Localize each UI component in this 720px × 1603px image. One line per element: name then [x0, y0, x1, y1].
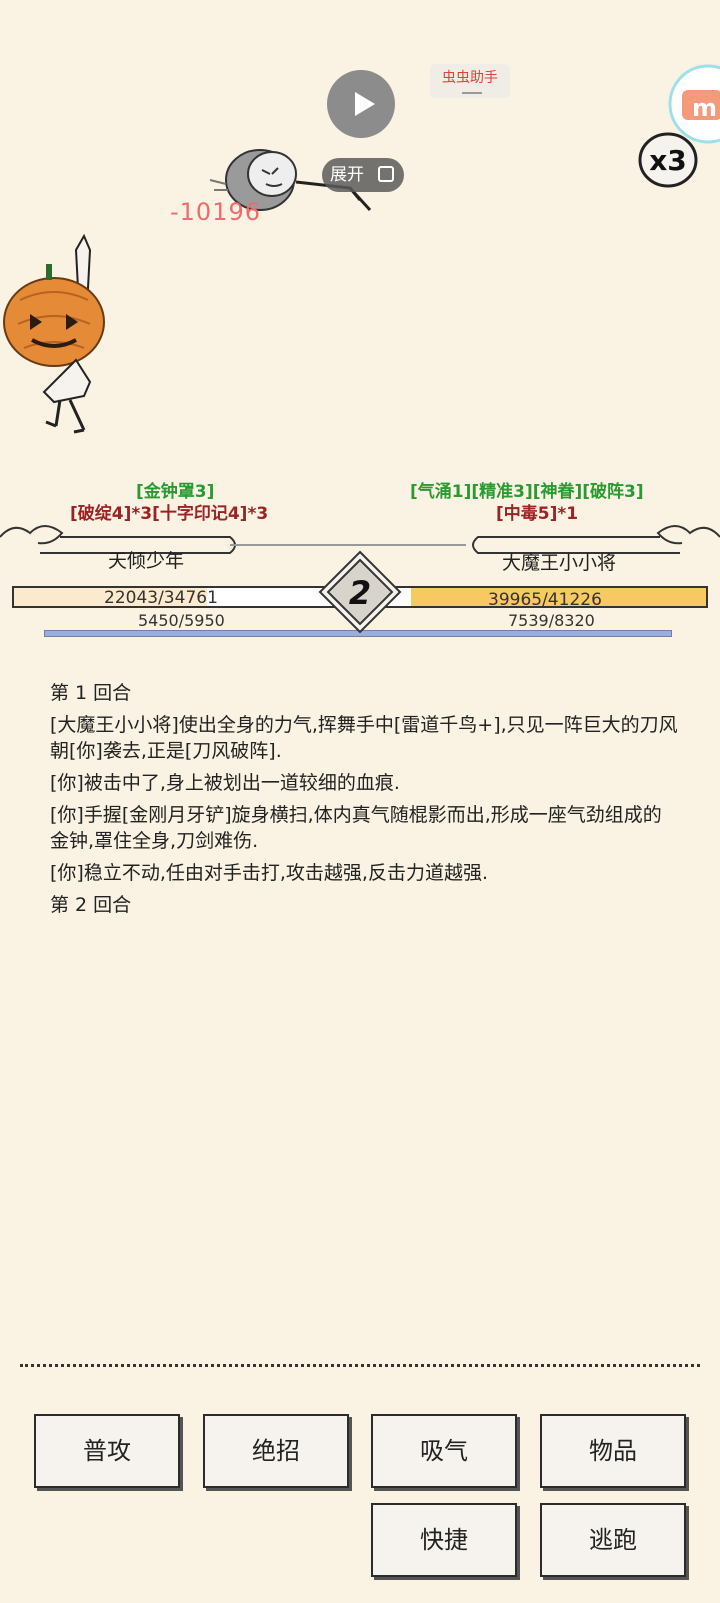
turn-indicator: 2 [318, 550, 402, 634]
log-line: [你]稳立不动,任由对手击打,攻击越强,反击力道越强. [50, 862, 488, 884]
log-line: [大魔王小小将]使出全身的力气,挥舞手中[雷道千鸟+],只见一阵巨大的刀风朝[你… [50, 714, 678, 762]
quick-button[interactable]: 快捷 [371, 1503, 517, 1577]
log-line: 第 1 回合 [50, 682, 132, 704]
player-name: 天倾少年 [108, 550, 185, 572]
enemy-mp-text: 7539/8320 [508, 611, 595, 630]
speed-label: x3 [649, 144, 687, 177]
divider [20, 1364, 700, 1367]
expand-label: 展开 [330, 165, 364, 185]
turn-number: 2 [349, 574, 371, 612]
play-icon [355, 92, 375, 116]
breathe-button[interactable]: 吸气 [371, 1414, 517, 1488]
flee-button[interactable]: 逃跑 [540, 1503, 686, 1577]
expand-icon [378, 166, 394, 182]
expand-button[interactable]: 展开 [322, 158, 404, 192]
items-button[interactable]: 物品 [540, 1414, 686, 1488]
damage-popup: -10196 [170, 198, 262, 226]
svg-text:m: m [692, 94, 717, 122]
player-mp-text: 5450/5950 [138, 611, 225, 630]
player-hp-text: 22043/34761 [104, 588, 218, 608]
play-button[interactable] [327, 70, 395, 138]
player-character [3, 233, 105, 434]
attack-button[interactable]: 普攻 [34, 1414, 180, 1488]
log-line: 第 2 回合 [50, 894, 132, 916]
ultimate-button[interactable]: 绝招 [203, 1414, 349, 1488]
helper-underline [462, 92, 482, 94]
enemy-name: 大魔王小小将 [502, 552, 617, 574]
log-line: [你]被击中了,身上被划出一道较细的血痕. [50, 772, 400, 794]
helper-label: 虫虫助手 [442, 70, 498, 86]
log-line: [你]手握[金刚月牙铲]旋身横扫,体内真气随棍影而出,形成一座气劲组成的金钟,罩… [50, 804, 662, 852]
enemy-hp-text: 39965/41226 [488, 590, 602, 610]
side-app-logo[interactable]: m [668, 64, 720, 144]
helper-tag[interactable]: 虫虫助手 [430, 64, 510, 98]
battle-log: 第 1 回合 [大魔王小小将]使出全身的力气,挥舞手中[雷道千鸟+],只见一阵巨… [50, 680, 680, 924]
